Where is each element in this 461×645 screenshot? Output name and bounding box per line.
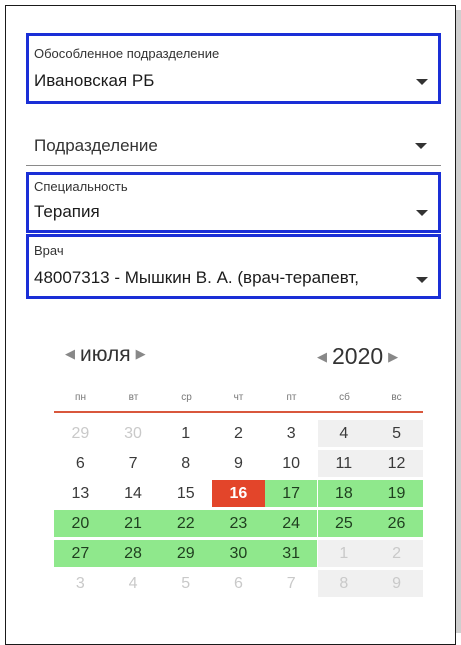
day-cell: 14 <box>124 485 142 502</box>
day-cell: 9 <box>370 570 423 597</box>
specialty-value: Терапия <box>34 202 100 221</box>
chevron-down-icon[interactable] <box>416 210 428 216</box>
division-label: Обособленное подразделение <box>34 46 220 61</box>
available-day-cell[interactable]: 23 <box>212 510 265 537</box>
available-day-cell[interactable]: 27 <box>54 540 107 567</box>
available-day-cell[interactable]: 19 <box>370 480 423 507</box>
available-day-cell[interactable]: 17 <box>264 480 318 507</box>
available-day-cell[interactable]: 26 <box>370 510 423 537</box>
day-cell: 1 <box>181 425 191 442</box>
chevron-down-icon[interactable] <box>416 79 428 85</box>
next-year-icon[interactable]: ▶ <box>383 349 403 365</box>
day-cell: 12 <box>370 450 423 477</box>
available-day-cell[interactable]: 28 <box>106 540 160 567</box>
day-cell: 2 <box>233 425 243 442</box>
day-cell: 29 <box>71 425 90 442</box>
weekday-label: сб <box>339 392 350 403</box>
day-cell: 10 <box>282 455 301 472</box>
year-label: 2020 <box>332 343 384 369</box>
day-cell: 5 <box>370 420 423 447</box>
year-nav: ◀ 2020 ▶ <box>312 343 403 370</box>
available-day-cell[interactable]: 22 <box>159 510 213 537</box>
day-cell: 4 <box>317 420 371 447</box>
day-cell: 30 <box>124 425 142 442</box>
specialty-label: Специальность <box>34 179 128 194</box>
day-cell: 9 <box>233 455 243 472</box>
weekday-divider <box>54 411 423 413</box>
day-cell: 11 <box>317 450 371 477</box>
available-day-cell[interactable]: 30 <box>212 540 265 567</box>
today-cell[interactable]: 16 <box>212 480 265 507</box>
department-select[interactable]: Подразделение <box>26 130 441 166</box>
day-cell: 4 <box>128 575 138 592</box>
day-cell: 15 <box>176 485 195 502</box>
available-day-cell[interactable]: 18 <box>317 480 371 507</box>
chevron-down-icon[interactable] <box>415 143 427 149</box>
available-day-cell[interactable]: 29 <box>159 540 213 567</box>
month-label: июля <box>80 343 131 366</box>
day-cell: 6 <box>233 575 243 592</box>
day-cell: 1 <box>317 540 371 567</box>
division-value: Ивановская РБ <box>34 71 155 90</box>
next-month-icon[interactable]: ▶ <box>131 346 151 362</box>
doctor-value: 48007313 - Мышкин В. А. (врач-терапевт, <box>34 268 360 287</box>
available-day-cell[interactable]: 20 <box>54 510 107 537</box>
weekday-label: вс <box>391 392 402 403</box>
division-select[interactable]: Обособленное подразделение Ивановская РБ <box>26 33 441 104</box>
day-cell: 7 <box>286 575 296 592</box>
weekday-label: ср <box>181 392 192 403</box>
doctor-label: Врач <box>34 243 64 258</box>
weekday-label: пн <box>75 392 86 403</box>
day-cell: 3 <box>75 575 85 592</box>
available-day-cell[interactable]: 21 <box>106 510 160 537</box>
day-cell: 8 <box>181 455 191 472</box>
available-day-cell[interactable]: 31 <box>264 540 318 567</box>
doctor-select[interactable]: Врач 48007313 - Мышкин В. А. (врач-терап… <box>26 234 441 299</box>
prev-month-icon[interactable]: ◀ <box>60 346 80 362</box>
weekday-label: пт <box>286 392 297 403</box>
weekday-label: чт <box>233 392 244 403</box>
weekday-label: вт <box>128 392 139 403</box>
department-placeholder: Подразделение <box>34 136 158 155</box>
available-day-cell[interactable]: 25 <box>317 510 371 537</box>
day-cell: 6 <box>75 455 85 472</box>
weekday-header: пн вт ср чт пт сб вс <box>54 388 423 410</box>
day-cell: 8 <box>317 570 371 597</box>
day-cell: 5 <box>181 575 191 592</box>
month-nav: ◀ июля ▶ <box>60 343 151 367</box>
chevron-down-icon[interactable] <box>416 277 428 283</box>
available-day-cell[interactable]: 24 <box>264 510 318 537</box>
day-cell: 2 <box>370 540 423 567</box>
window-shadow <box>456 10 461 633</box>
day-cell: 7 <box>128 455 138 472</box>
day-cell: 3 <box>286 425 296 442</box>
day-cell: 13 <box>71 485 90 502</box>
specialty-select[interactable]: Специальность Терапия <box>26 172 441 233</box>
prev-year-icon[interactable]: ◀ <box>312 349 332 365</box>
